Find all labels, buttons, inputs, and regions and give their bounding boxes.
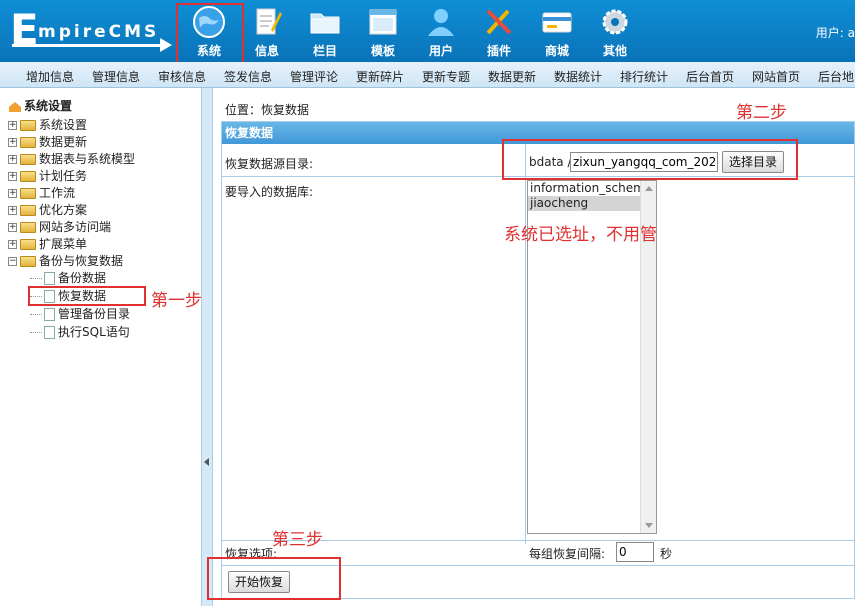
menu-item[interactable]: 后台地 (818, 68, 854, 85)
menu-item[interactable]: 数据统计 (554, 68, 602, 85)
interval-label: 每组恢复间隔: (529, 547, 606, 561)
scroll-down-icon[interactable] (645, 523, 653, 528)
annotation-step1: 第一步 (151, 291, 202, 311)
expand-icon[interactable]: + (8, 172, 17, 181)
nav-plugin[interactable]: 插件 (470, 2, 528, 60)
nav-info[interactable]: 信息 (238, 2, 296, 60)
nav-template[interactable]: 模板 (354, 2, 412, 60)
sidebar-splitter[interactable] (201, 88, 213, 606)
annotation-step2: 第二步 (736, 103, 787, 123)
sidebar-tree: 系统设置 + 系统设置 + 数据更新 + 数据表与系统模型 + 计划任务 + 工作流 + 优… (0, 88, 201, 606)
page-icon (44, 326, 55, 339)
annotation-step3: 第三步 (272, 530, 323, 550)
nav-column[interactable]: 栏目 (296, 2, 354, 60)
scroll-up-icon[interactable] (645, 186, 653, 191)
logo-text: mpireCMS (38, 22, 160, 42)
folder-icon (20, 171, 36, 182)
nav-user[interactable]: 用户 (412, 2, 470, 60)
tree-sub-item[interactable]: 执行SQL语句 (30, 324, 130, 340)
interval-input[interactable] (616, 542, 654, 562)
interval-unit: 秒 (660, 547, 673, 561)
breadcrumb: 位置：恢复数据 (225, 103, 310, 117)
database-option-selected[interactable]: jiaocheng (528, 196, 640, 211)
expand-icon[interactable]: + (8, 206, 17, 215)
collapse-arrow-icon[interactable] (204, 458, 209, 466)
folder-icon (20, 188, 36, 199)
highlight-source-dir (502, 139, 798, 180)
gear-icon (602, 9, 628, 35)
quick-menu-bar: 增加信息 管理信息 审核信息 签发信息 管理评论 更新碎片 更新专题 数据更新 … (0, 62, 855, 88)
menu-item[interactable]: 排行统计 (620, 68, 668, 85)
folder-icon (20, 222, 36, 233)
menu-item[interactable]: 管理信息 (92, 68, 140, 85)
menu-item[interactable]: 增加信息 (26, 68, 74, 85)
annotation-note: 系统已选址，不用管 (504, 225, 657, 245)
user-icon (428, 9, 454, 36)
menu-item[interactable]: 更新专题 (422, 68, 470, 85)
expand-icon[interactable]: + (8, 155, 17, 164)
page-icon (44, 308, 55, 321)
highlight-start-button (207, 557, 341, 600)
menu-item[interactable]: 网站首页 (752, 68, 800, 85)
nav-other[interactable]: 其他 (586, 2, 644, 60)
expand-icon[interactable]: + (8, 138, 17, 147)
menu-item[interactable]: 数据更新 (488, 68, 536, 85)
expand-icon[interactable]: + (8, 121, 17, 130)
source-dir-label: 恢复数据源目录: (225, 157, 314, 171)
tree-item[interactable]: + 数据表与系统模型 (8, 151, 135, 167)
window-icon (369, 9, 397, 35)
top-header: E mpireCMS 系统 信息 栏目 模板 用户 插件 商城 其他 用户: a (0, 0, 855, 62)
highlight-system-tab (176, 3, 244, 67)
expand-icon[interactable]: + (8, 240, 17, 249)
folder-icon (20, 137, 36, 148)
menu-item[interactable]: 签发信息 (224, 68, 272, 85)
database-option[interactable]: information_schema (528, 181, 640, 196)
tree-sub-item[interactable]: 管理备份目录 (30, 306, 130, 322)
expand-icon[interactable]: + (8, 189, 17, 198)
tree-item[interactable]: + 网站多访问端 (8, 219, 111, 235)
home-icon (9, 101, 21, 112)
user-label: 用户: a (815, 26, 855, 40)
folder-icon (20, 239, 36, 250)
tree-item[interactable]: + 系统设置 (8, 117, 87, 133)
menu-item[interactable]: 管理评论 (290, 68, 338, 85)
highlight-restore-item (28, 286, 146, 306)
menu-item[interactable]: 更新碎片 (356, 68, 404, 85)
tree-item-backup[interactable]: − 备份与恢复数据 (8, 253, 123, 269)
nav-shop[interactable]: 商城 (528, 2, 586, 60)
collapse-icon[interactable]: − (8, 257, 17, 266)
tree-root[interactable]: 系统设置 (8, 98, 72, 114)
tree-item[interactable]: + 扩展菜单 (8, 236, 87, 252)
menu-item[interactable]: 审核信息 (158, 68, 206, 85)
tree-item[interactable]: + 优化方案 (8, 202, 87, 218)
menu-item[interactable]: 后台首页 (686, 68, 734, 85)
notepad-icon (256, 8, 282, 35)
tree-item[interactable]: + 计划任务 (8, 168, 87, 184)
tree-item[interactable]: + 工作流 (8, 185, 75, 201)
folder-icon (20, 120, 36, 131)
tree-sub-item[interactable]: 备份数据 (30, 270, 106, 286)
folder-icon (20, 205, 36, 216)
tree-item[interactable]: + 数据更新 (8, 134, 87, 150)
folder-open-icon (20, 256, 36, 267)
empirecms-logo: E mpireCMS (8, 8, 173, 54)
expand-icon[interactable]: + (8, 223, 17, 232)
database-label: 要导入的数据库: (225, 185, 314, 199)
page-icon (44, 272, 55, 285)
card-icon (542, 12, 572, 33)
tools-icon (486, 9, 512, 35)
folder-icon (20, 154, 36, 165)
folder-icon (310, 13, 340, 34)
